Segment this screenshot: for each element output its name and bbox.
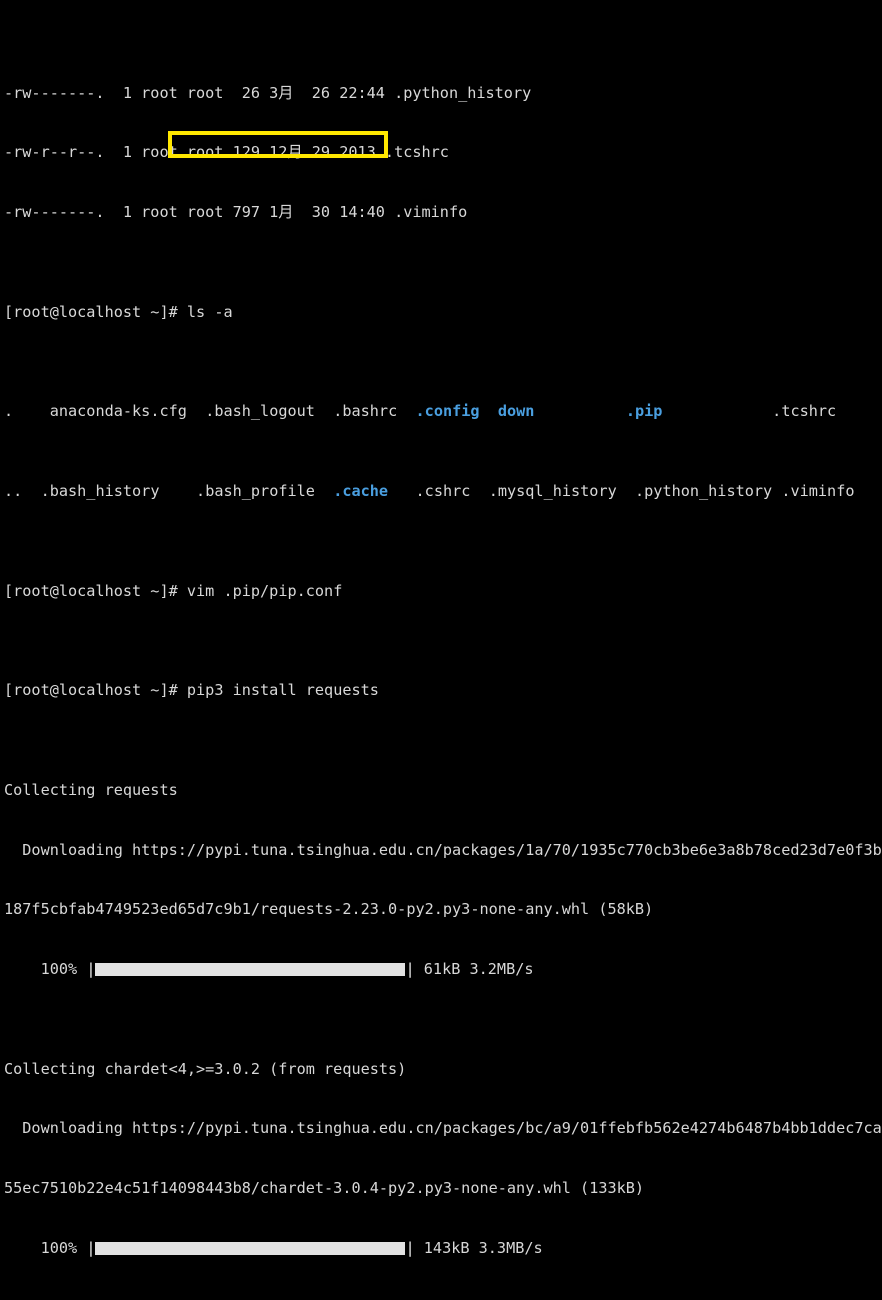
shell-prompt: [root@localhost ~]# [4,681,178,700]
collecting-requests-text: Collecting requests [4,780,178,799]
ls-entry-config-dir: .config [415,402,480,421]
command-line-pip: [root@localhost ~]# pip3 install request… [4,681,882,701]
ls-entry-bash-history: .bash_history [40,482,160,501]
ls-entry-down-dir: down [497,402,535,421]
file-listing-row: -rw-------. 1 root root 26 3月 26 22:44 .… [4,84,882,104]
progress-line: 100% | | 143kB 3.3MB/s [4,1239,882,1259]
ls-entry-cshrc: .cshrc [415,482,471,501]
file-listing-line: -rw-------. 1 root root 26 3月 26 22:44 .… [4,83,532,102]
download-url-requests-part1: Downloading https://pypi.tuna.tsinghua.e… [4,840,882,859]
output-line-downloading: 55ec7510b22e4c51f14098443b8/chardet-3.0.… [4,1179,882,1199]
ls-entry-viminfo: .viminfo [781,482,855,501]
ls-entry-anaconda-ks-cfg: anaconda-ks.cfg [49,402,187,421]
ls-entry-pip-dir: .pip [625,402,663,421]
progress-percent: 100% [4,960,78,979]
file-listing-line: -rw-------. 1 root root 797 1月 30 14:40 … [4,203,468,222]
output-line-collecting: Collecting requests [4,781,882,801]
download-url-chardet-part1: Downloading https://pypi.tuna.tsinghua.e… [4,1119,882,1138]
command-text-ls: ls -a [186,302,233,321]
ls-entry-dot: . [4,402,14,421]
progress-bracket-right: | [405,1238,415,1257]
ls-entry-bashrc: .bashrc [333,402,398,421]
ls-entry-cache-dir: .cache [333,482,389,501]
file-listing-row: -rw-r--r--. 1 root root 129 12月 29 2013 … [4,143,882,163]
output-line-downloading: Downloading https://pypi.tuna.tsinghua.e… [4,1119,882,1139]
command-text-vim: vim .pip/pip.conf [186,581,343,600]
progress-stats-requests: 61kB 3.2MB/s [423,960,534,979]
shell-prompt: [root@localhost ~]# [4,302,178,321]
command-line-ls: [root@localhost ~]# ls -a [4,303,882,323]
ls-entry-bash-logout: .bash_logout [205,402,315,421]
ls-output-row: . anaconda-ks.cfg .bash_logout .bashrc .… [4,402,882,422]
progress-bracket-left: | [86,960,96,979]
progress-bar-fill [95,963,406,977]
progress-bracket-right: | [405,960,415,979]
progress-percent: 100% [4,1238,78,1257]
output-line-downloading: Downloading https://pypi.tuna.tsinghua.e… [4,841,882,861]
collecting-chardet-text: Collecting chardet<4,>=3.0.2 (from reque… [4,1059,407,1078]
progress-bar-fill [95,1241,406,1255]
terminal-screen[interactable]: -rw-------. 1 root root 26 3月 26 22:44 .… [0,0,882,1257]
ls-output-row: .. .bash_history .bash_profile .cache .c… [4,482,882,502]
ls-entry-bash-profile: .bash_profile [196,482,315,501]
ls-entry-dotdot: .. [4,482,23,501]
ls-entry-python-history: .python_history [635,482,773,501]
shell-prompt: [root@localhost ~]# [4,581,178,600]
output-line-collecting: Collecting chardet<4,>=3.0.2 (from reque… [4,1060,882,1080]
progress-stats-chardet: 143kB 3.3MB/s [423,1238,543,1257]
output-line-downloading: 187f5cbfab4749523ed65d7c9b1/requests-2.2… [4,900,882,920]
ls-entry-tcshrc: .tcshrc [772,402,837,421]
command-line-vim: [root@localhost ~]# vim .pip/pip.conf [4,582,882,602]
download-url-requests-part2: 187f5cbfab4749523ed65d7c9b1/requests-2.2… [4,900,654,919]
file-listing-line: -rw-r--r--. 1 root root 129 12月 29 2013 … [4,143,449,162]
progress-bracket-left: | [86,1238,96,1257]
progress-line: 100% | | 61kB 3.2MB/s [4,960,882,980]
file-listing-row: -rw-------. 1 root root 797 1月 30 14:40 … [4,203,882,223]
command-text-pip: pip3 install requests [186,681,379,700]
ls-entry-mysql-history: .mysql_history [488,482,617,501]
download-url-chardet-part2: 55ec7510b22e4c51f14098443b8/chardet-3.0.… [4,1179,645,1198]
